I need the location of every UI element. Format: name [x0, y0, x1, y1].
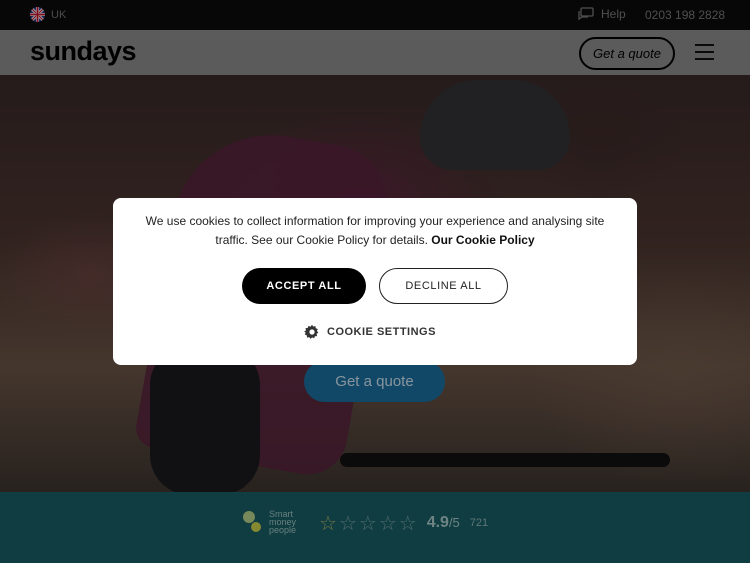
cookie-settings-label: COOKIE SETTINGS — [327, 326, 436, 338]
cookie-message: We use cookies to collect information fo… — [135, 212, 615, 250]
cookie-consent-dialog: We use cookies to collect information fo… — [113, 198, 637, 365]
cookie-message-text: We use cookies to collect information fo… — [145, 214, 605, 247]
cookie-policy-link[interactable]: Our Cookie Policy — [431, 233, 534, 247]
decline-all-cookies-button[interactable]: DECLINE ALL — [379, 268, 508, 304]
accept-all-cookies-button[interactable]: ACCEPT ALL — [242, 268, 366, 304]
cookie-settings-button[interactable]: COOKIE SETTINGS — [304, 324, 436, 340]
gear-icon — [304, 324, 319, 339]
